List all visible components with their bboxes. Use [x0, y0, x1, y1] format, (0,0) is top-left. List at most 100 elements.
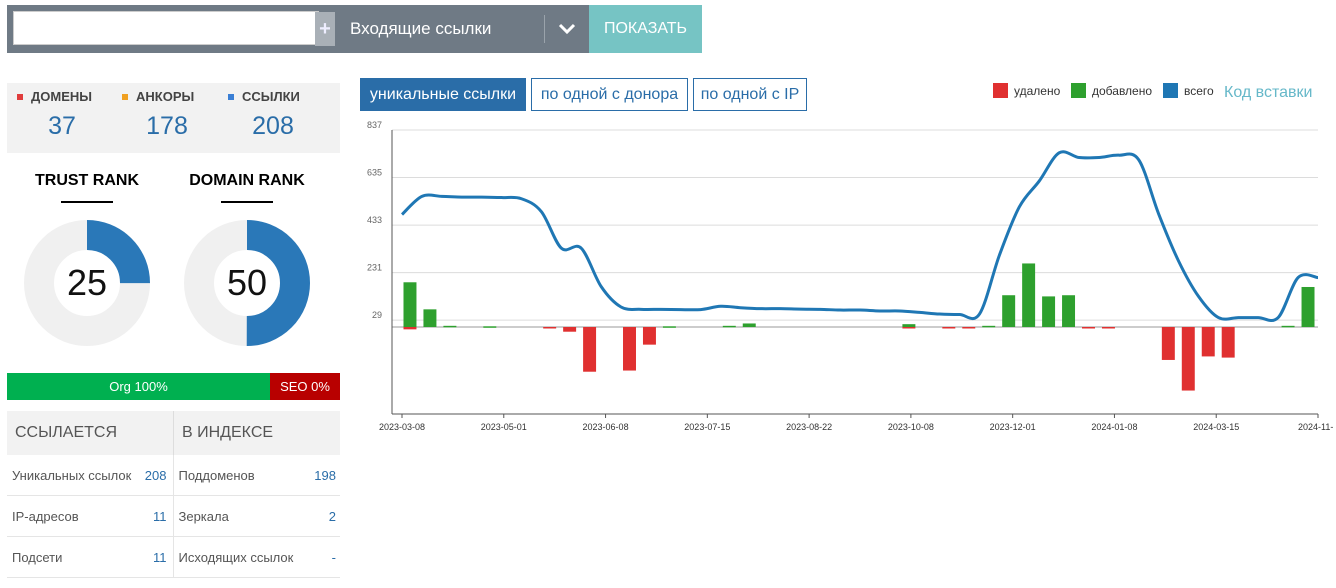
- y-tick-label: 433: [367, 215, 382, 225]
- header-in-index: В ИНДЕКСЕ: [182, 424, 274, 441]
- x-tick-label: 2023-10-08: [888, 422, 934, 432]
- seo-bar: SEO 0%: [270, 373, 340, 400]
- domain-rank-title: DOMAIN RANK: [189, 172, 305, 189]
- removed-bar: [642, 327, 656, 345]
- row-label: Уникальных ссылок: [12, 467, 132, 483]
- top-toolbar: + Входящие ссылки: [7, 5, 589, 53]
- row-value[interactable]: -: [332, 550, 336, 565]
- table-row: Уникальных ссылок 208 Поддоменов 198: [7, 455, 340, 496]
- mode-select[interactable]: Входящие ссылки: [337, 11, 589, 47]
- table-row: Подсети 11 Исходящих ссылок -: [7, 537, 340, 578]
- links-dot-icon: [228, 93, 234, 100]
- added-bar: [902, 324, 916, 327]
- added-bar: [1022, 263, 1036, 327]
- removed-bar: [583, 327, 597, 372]
- x-tick-label: 2023-06-08: [583, 422, 629, 432]
- x-tick-label: 2023-05-01: [481, 422, 527, 432]
- legend-total: всего: [1163, 83, 1214, 98]
- trust-rank-underline: [61, 201, 113, 203]
- added-bar: [742, 323, 756, 327]
- added-bar: [1002, 295, 1016, 327]
- trust-rank-donut: 25: [24, 220, 150, 346]
- domain-rank-underline: [221, 201, 273, 203]
- x-tick-label: 2024-03-15: [1193, 422, 1239, 432]
- row-label: IP-адресов: [12, 508, 79, 524]
- stat-domains-label: ДОМЕНЫ: [31, 89, 92, 104]
- stat-domains-value: 37: [48, 112, 76, 140]
- row-value[interactable]: 208: [145, 468, 167, 483]
- added-bar: [1301, 286, 1315, 327]
- added-bar: [662, 326, 676, 328]
- plus-icon: +: [319, 17, 331, 40]
- legend-added-swatch: [1071, 83, 1086, 98]
- table-row: IP-адресов 11 Зеркала 2: [7, 496, 340, 537]
- added-bar: [1042, 296, 1056, 327]
- stat-links-label: ССЫЛКИ: [242, 89, 300, 104]
- y-tick-label: 635: [367, 168, 382, 178]
- removed-bar: [543, 327, 557, 329]
- row-value[interactable]: 11: [153, 509, 167, 524]
- trust-rank-value: 25: [66, 262, 108, 303]
- removed-bar: [1181, 327, 1195, 391]
- row-value[interactable]: 2: [329, 509, 336, 524]
- added-bar: [403, 282, 417, 327]
- removed-bar: [1161, 327, 1175, 360]
- stat-links-value: 208: [252, 112, 294, 140]
- x-tick-label: 2023-12-01: [990, 422, 1036, 432]
- removed-bar: [1101, 327, 1115, 329]
- trust-rank-heading: TRUST RANK: [27, 172, 147, 203]
- removed-bar: [1201, 327, 1215, 357]
- legend-removed-swatch: [993, 83, 1008, 98]
- org-bar: Org 100%: [7, 373, 270, 400]
- row-value[interactable]: 11: [153, 550, 167, 565]
- mode-select-label: Входящие ссылки: [350, 19, 492, 38]
- added-bar: [1062, 295, 1076, 327]
- legend-total-swatch: [1163, 83, 1178, 98]
- stat-anchors-label: АНКОРЫ: [136, 89, 195, 104]
- y-tick-label: 29: [372, 310, 382, 320]
- removed-bar: [942, 327, 956, 329]
- legend-removed-label: удалено: [1014, 83, 1061, 98]
- x-tick-label: 2023-03-08: [379, 422, 425, 432]
- domain-rank-donut: 50: [184, 220, 310, 346]
- domain-rank-heading: DOMAIN RANK: [182, 172, 312, 203]
- row-label: Подсети: [12, 549, 63, 565]
- anchors-dot-icon: [122, 93, 128, 100]
- stat-anchors: АНКОРЫ 178: [122, 89, 212, 141]
- row-value[interactable]: 198: [314, 468, 336, 483]
- added-bar: [423, 309, 437, 327]
- legend-added-label: добавлено: [1092, 83, 1153, 98]
- trust-rank-title: TRUST RANK: [35, 172, 139, 189]
- removed-bar: [403, 327, 417, 330]
- domains-dot-icon: [17, 93, 23, 100]
- row-label: Зеркала: [178, 508, 229, 524]
- row-label: Исходящих ссылок: [178, 549, 294, 565]
- added-bar: [722, 325, 736, 328]
- legend-removed: удалено: [993, 83, 1060, 98]
- removed-bar: [1221, 327, 1235, 358]
- removed-bar: [1082, 327, 1095, 329]
- legend-total-label: всего: [1184, 83, 1214, 98]
- y-tick-label: 231: [367, 263, 382, 273]
- added-bar: [982, 325, 996, 328]
- tab-one-per-ip[interactable]: по одной с IP: [693, 78, 807, 111]
- removed-bar: [563, 327, 577, 332]
- removed-bar: [962, 327, 976, 329]
- tab-unique-links[interactable]: уникальные ссылки: [360, 78, 526, 111]
- add-url-button[interactable]: +: [315, 12, 335, 46]
- y-tick-label: 837: [367, 120, 382, 130]
- added-bar: [1281, 325, 1295, 328]
- tab-one-per-donor[interactable]: по одной с донора: [531, 78, 688, 111]
- x-tick-label: 2024-01-08: [1091, 422, 1137, 432]
- url-input[interactable]: [13, 11, 319, 45]
- added-bar: [443, 325, 457, 328]
- embed-code-link[interactable]: Код вставки: [1224, 84, 1312, 102]
- links-chart: 837 635 433 231 29 2023-03-08 2023-05-01 2023-0…: [367, 120, 1333, 432]
- table-header: ССЫЛАЕТСЯ В ИНДЕКСЕ: [7, 411, 340, 455]
- removed-bar: [902, 327, 916, 329]
- show-button[interactable]: ПОКАЗАТЬ: [589, 5, 702, 53]
- chevron-down-icon[interactable]: [549, 11, 585, 47]
- domain-rank-value: 50: [226, 262, 268, 303]
- stats-panel: ДОМЕНЫ 37 АНКОРЫ 178 ССЫЛКИ 208: [7, 83, 340, 153]
- stat-links: ССЫЛКИ 208: [228, 89, 318, 141]
